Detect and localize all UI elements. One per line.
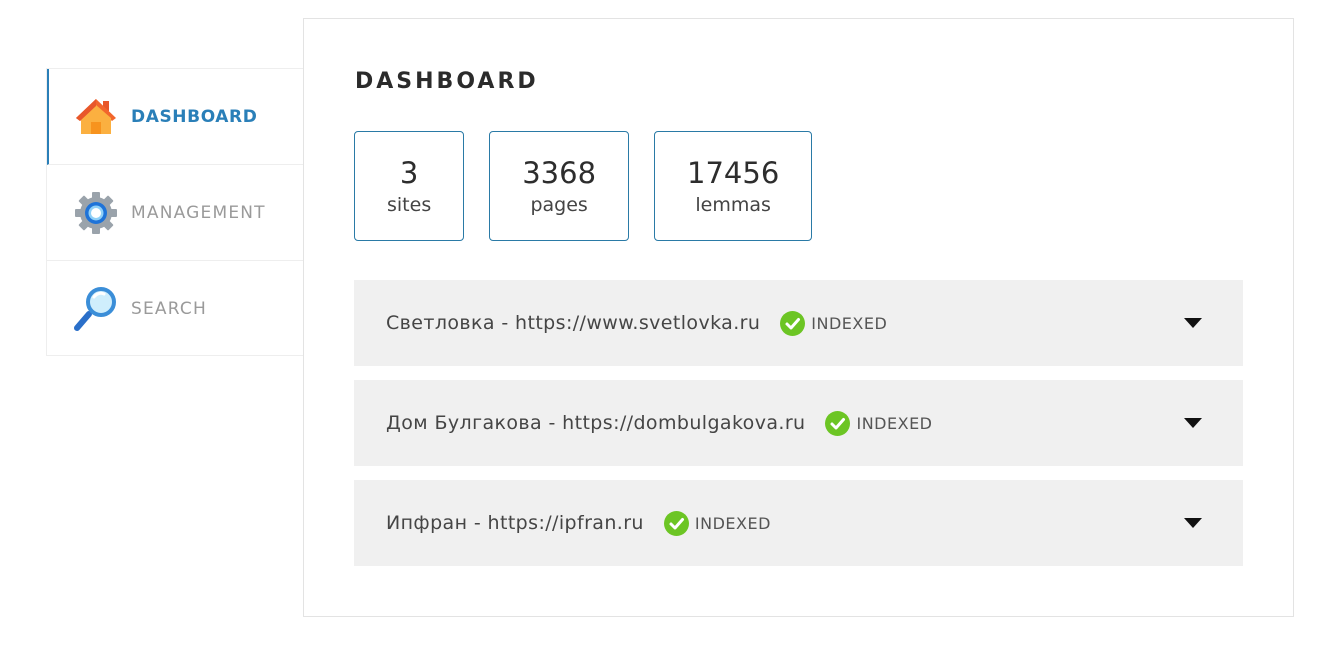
main-panel: DASHBOARD 3 sites 3368 pages 17456 lemma… bbox=[303, 18, 1294, 617]
expand-caret-icon[interactable] bbox=[1184, 318, 1202, 328]
check-circle-icon bbox=[825, 410, 851, 436]
stat-card-lemmas: 17456 lemmas bbox=[654, 131, 813, 241]
stat-value: 3 bbox=[399, 155, 419, 190]
home-icon bbox=[73, 94, 119, 140]
stat-card-pages: 3368 pages bbox=[489, 131, 630, 241]
expand-caret-icon[interactable] bbox=[1184, 418, 1202, 428]
sidebar-item-label: DASHBOARD bbox=[131, 106, 258, 127]
site-name: Дом Булгакова - https://dombulgakova.ru bbox=[386, 412, 806, 434]
site-list: Светловка - https://www.svetlovka.ru IND… bbox=[354, 280, 1243, 580]
expand-caret-icon[interactable] bbox=[1184, 518, 1202, 528]
stat-value: 17456 bbox=[687, 155, 780, 190]
sidebar-item-management[interactable]: MANAGEMENT bbox=[47, 165, 303, 261]
stats-row: 3 sites 3368 pages 17456 lemmas bbox=[354, 131, 813, 241]
site-row[interactable]: Светловка - https://www.svetlovka.ru IND… bbox=[354, 280, 1243, 366]
gear-icon bbox=[73, 190, 119, 236]
check-circle-icon bbox=[780, 310, 806, 336]
status-badge: INDEXED bbox=[811, 313, 888, 333]
sidebar-item-dashboard[interactable]: DASHBOARD bbox=[47, 69, 303, 165]
stat-card-sites: 3 sites bbox=[354, 131, 465, 241]
magnifier-icon bbox=[73, 286, 119, 332]
check-circle-icon bbox=[663, 510, 689, 536]
stat-label: pages bbox=[530, 194, 588, 217]
sidebar-item-label: SEARCH bbox=[131, 299, 207, 319]
sidebar-item-search[interactable]: SEARCH bbox=[47, 261, 303, 357]
site-row[interactable]: Дом Булгакова - https://dombulgakova.ru … bbox=[354, 380, 1243, 466]
status-badge: INDEXED bbox=[856, 413, 933, 433]
stat-value: 3368 bbox=[522, 155, 597, 190]
stat-label: sites bbox=[387, 194, 432, 217]
sidebar-item-label: MANAGEMENT bbox=[131, 202, 266, 223]
stat-label: lemmas bbox=[695, 194, 771, 217]
status-badge: INDEXED bbox=[694, 513, 771, 533]
site-name: Ипфран - https://ipfran.ru bbox=[386, 512, 644, 534]
page-title: DASHBOARD bbox=[355, 69, 539, 94]
site-row[interactable]: Ипфран - https://ipfran.ru INDEXED bbox=[354, 480, 1243, 566]
sidebar: DASHBOARD MANAGEMENT SEARCH bbox=[46, 68, 303, 356]
site-name: Светловка - https://www.svetlovka.ru bbox=[386, 312, 761, 334]
